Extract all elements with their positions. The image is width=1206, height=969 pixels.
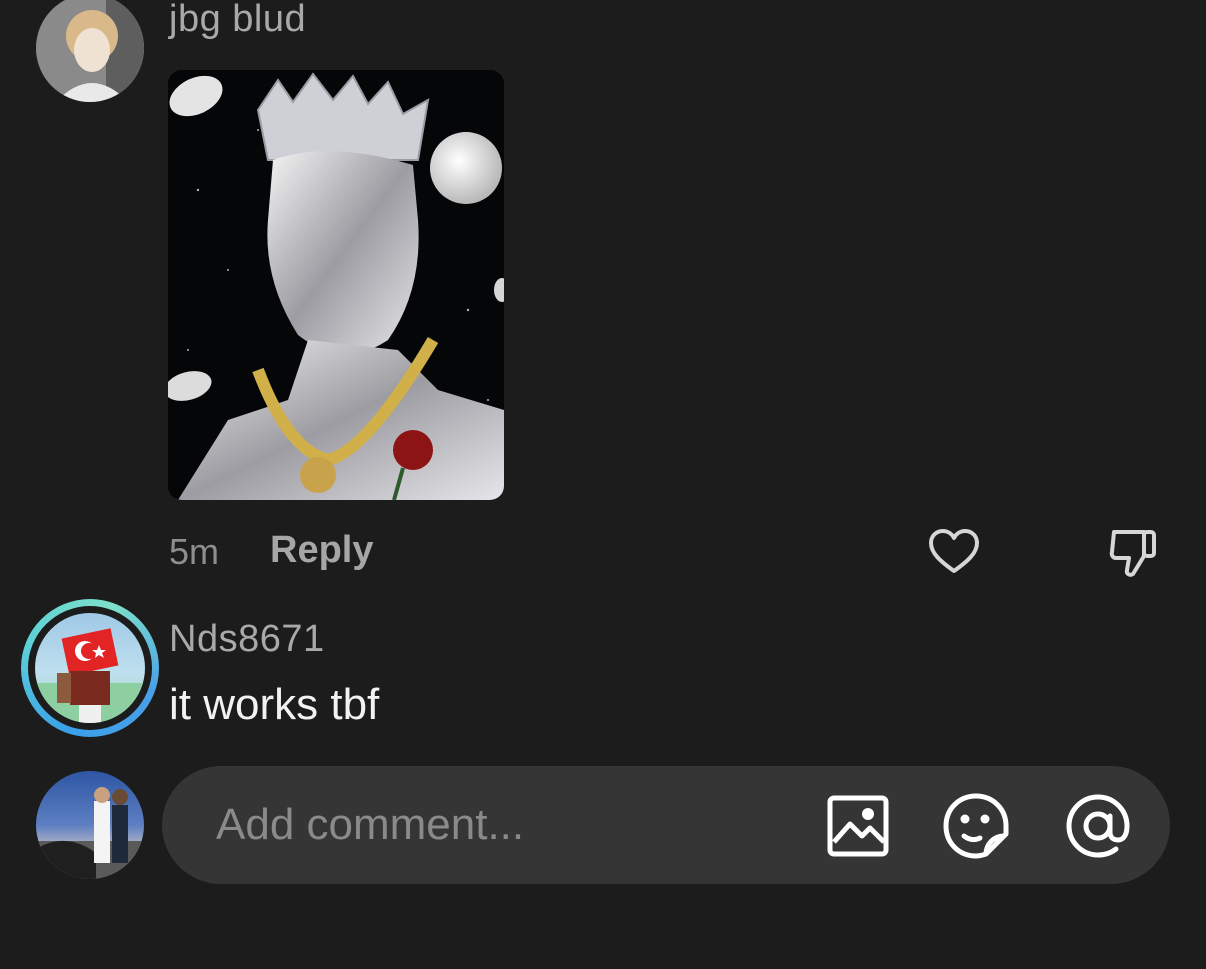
commenter-username[interactable]: jbg blud [169,0,306,41]
reply-button[interactable]: Reply [270,529,373,572]
comments-panel: jbg blud 5m Reply Nds8671 it works tbf A… [0,0,1206,969]
comment-attached-image[interactable] [168,70,504,500]
heart-icon[interactable] [926,524,982,580]
avatar-ring-gap [28,606,152,730]
commenter-username[interactable]: Nds8671 [169,618,325,661]
avatar-photo [36,787,144,879]
image-icon[interactable] [826,794,890,858]
commenter-avatar [35,613,145,723]
crystal-king-image [168,70,504,500]
thumbs-down-icon[interactable] [1106,524,1162,580]
current-user-avatar[interactable] [36,771,144,879]
avatar-photo [35,628,145,723]
comment-text: it works tbf [169,680,380,729]
commenter-avatar[interactable] [36,0,144,102]
comment-input[interactable] [214,794,798,856]
comment-composer [162,766,1170,884]
sticker-face-icon[interactable] [942,792,1010,860]
comment-timestamp: 5m [169,531,220,572]
at-sign-icon[interactable] [1064,792,1132,860]
avatar-photo [36,0,144,102]
story-ring[interactable] [21,599,159,737]
